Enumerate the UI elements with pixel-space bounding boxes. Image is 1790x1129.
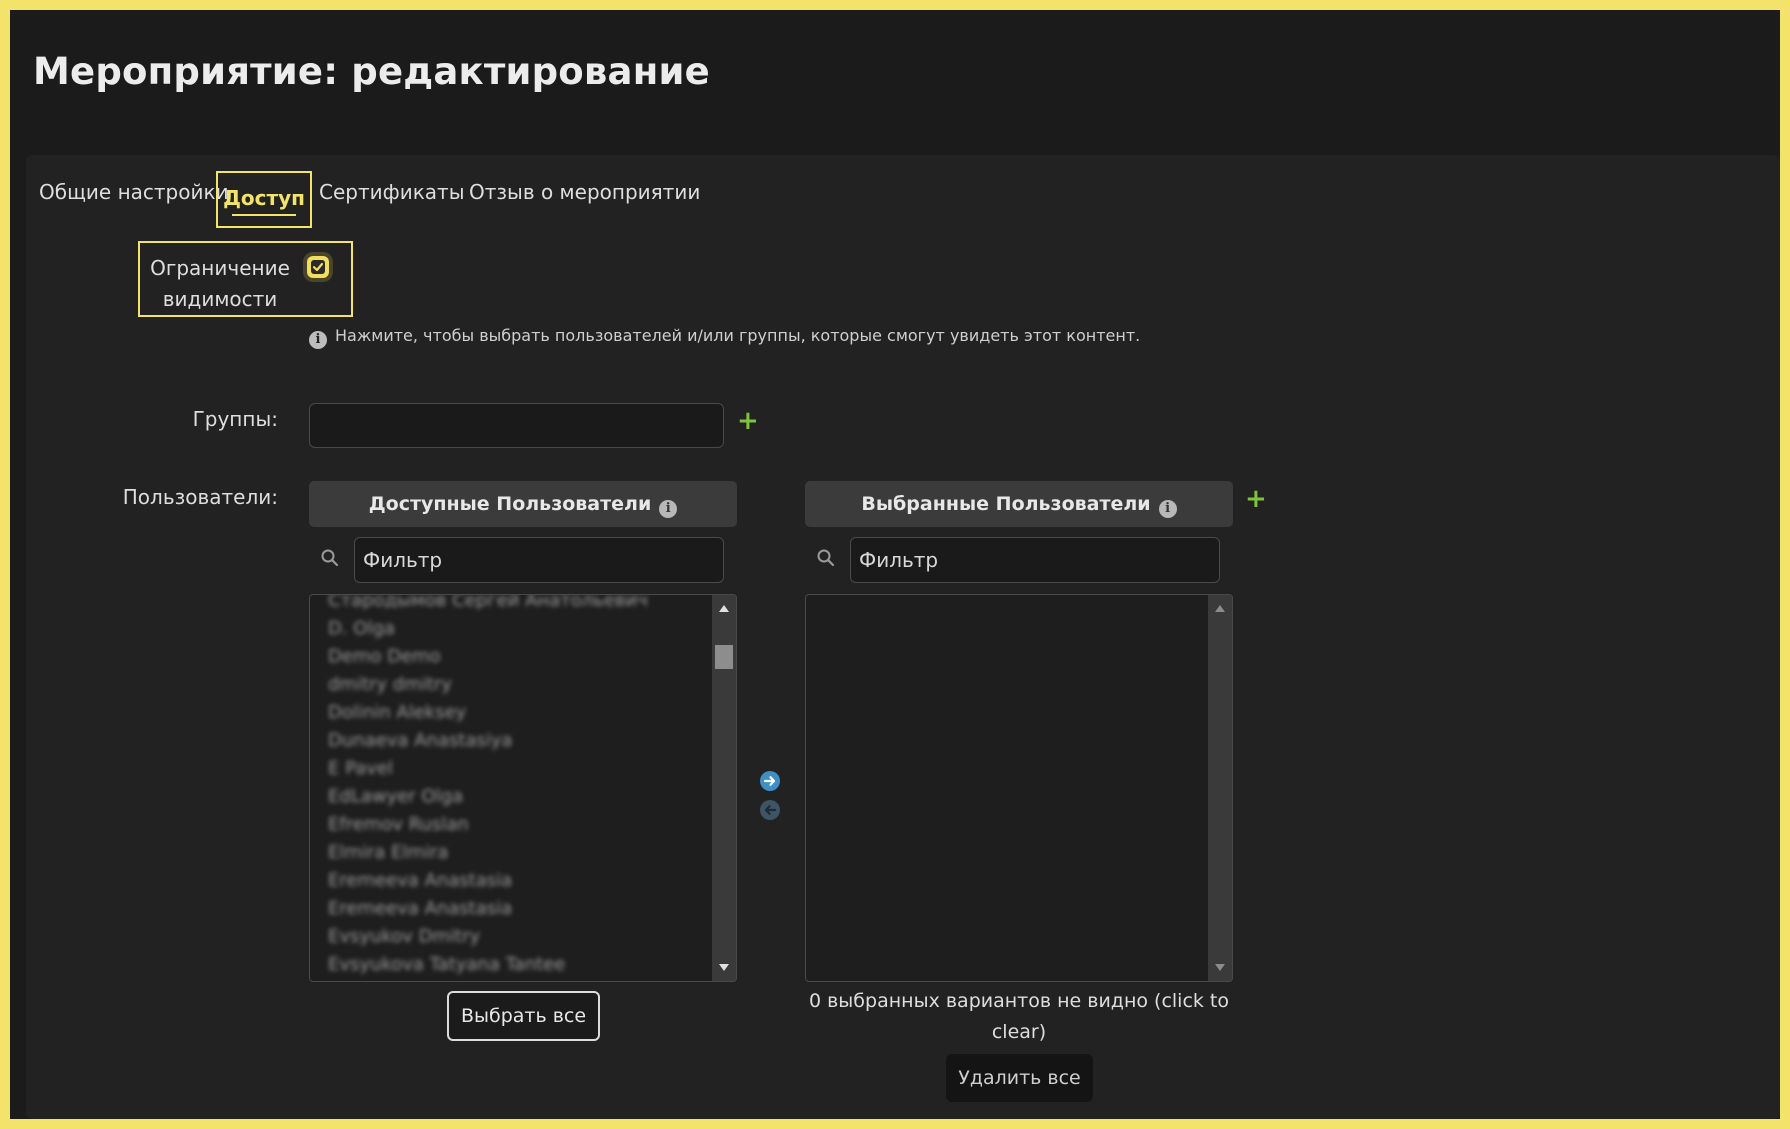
scroll-down-arrow-icon[interactable] [1215, 964, 1225, 971]
tab-general-settings[interactable]: Общие настройки [39, 180, 229, 204]
selected-users-scrollbar[interactable] [1208, 595, 1232, 981]
available-users-header: Доступные Пользователи i [309, 481, 737, 527]
list-item[interactable]: Dunaeva Anastasiya [328, 727, 710, 755]
selected-users-filter-input[interactable] [850, 537, 1220, 583]
available-users-items: Стародымов Сергей Анатольевич D. Olga De… [328, 595, 710, 979]
scroll-down-arrow-icon[interactable] [719, 964, 729, 971]
tab-access[interactable]: Доступ [216, 171, 312, 228]
visibility-hint-text: Нажмите, чтобы выбрать пользователей и/и… [335, 326, 1141, 345]
list-item[interactable]: Evsyukov Dmitry [328, 923, 710, 951]
tab-event-feedback[interactable]: Отзыв о мероприятии [469, 180, 700, 204]
list-item[interactable]: dmitry dmitry [328, 671, 710, 699]
list-item[interactable]: Eremeeva Anastasia [328, 867, 710, 895]
available-users-list[interactable]: Стародымов Сергей Анатольевич D. Olga De… [309, 594, 737, 982]
list-item[interactable]: Dolinin Aleksey [328, 699, 710, 727]
scroll-thumb[interactable] [715, 645, 733, 669]
search-icon [321, 549, 339, 567]
visibility-restriction-checkbox[interactable] [307, 256, 329, 278]
move-right-arrow-icon[interactable] [760, 771, 780, 791]
selected-users-header-text: Выбранные Пользователи [861, 493, 1151, 515]
list-item[interactable]: Efremov Ruslan [328, 811, 710, 839]
scroll-up-arrow-icon[interactable] [1215, 605, 1225, 612]
checkmark-icon [311, 260, 325, 274]
add-group-plus-icon[interactable]: + [737, 408, 759, 434]
available-users-scrollbar[interactable] [712, 595, 736, 981]
scroll-up-arrow-icon[interactable] [719, 605, 729, 612]
arrow-right-icon [763, 776, 776, 786]
active-tab-underline [232, 214, 296, 216]
users-label: Пользователи: [122, 485, 278, 509]
info-icon: i [309, 331, 327, 349]
list-item[interactable]: Elmira Elmira [328, 839, 710, 867]
remove-all-button[interactable]: Удалить все [946, 1054, 1093, 1102]
tab-access-label: Доступ [223, 186, 305, 210]
list-item[interactable]: Стародымов Сергей Анатольевич [328, 595, 710, 615]
list-item[interactable]: E Pavel [328, 755, 710, 783]
selected-users-list[interactable] [805, 594, 1233, 982]
visibility-restriction-field: Ограничение видимости [138, 241, 353, 317]
groups-label: Группы: [192, 407, 278, 431]
available-users-filter-input[interactable] [354, 537, 724, 583]
groups-input[interactable] [309, 403, 724, 448]
info-icon[interactable]: i [1158, 500, 1177, 518]
arrow-left-icon [764, 805, 777, 815]
hidden-selected-clear-link[interactable]: 0 выбранных вариантов не видно (click to… [805, 986, 1233, 1048]
available-users-header-text: Доступные Пользователи [368, 493, 652, 515]
add-user-plus-icon[interactable]: + [1245, 486, 1267, 512]
tab-certificates[interactable]: Сертификаты [319, 180, 465, 204]
move-left-arrow-icon[interactable] [760, 800, 780, 820]
info-icon[interactable]: i [659, 500, 678, 518]
selected-users-header: Выбранные Пользователи i [805, 481, 1233, 527]
visibility-hint: i Нажмите, чтобы выбрать пользователей и/… [309, 326, 1140, 349]
list-item[interactable]: D. Olga [328, 615, 710, 643]
list-item[interactable]: Eremeeva Anastasia [328, 895, 710, 923]
list-item[interactable]: Demo Demo [328, 643, 710, 671]
list-item[interactable]: Evsyukova Tatyana Tantee [328, 951, 710, 979]
visibility-restriction-label: Ограничение видимости [150, 256, 290, 311]
page-title: Мероприятие: редактирование [33, 50, 710, 93]
search-icon [817, 549, 835, 567]
list-item[interactable]: EdLawyer Olga [328, 783, 710, 811]
select-all-button[interactable]: Выбрать все [447, 991, 600, 1041]
